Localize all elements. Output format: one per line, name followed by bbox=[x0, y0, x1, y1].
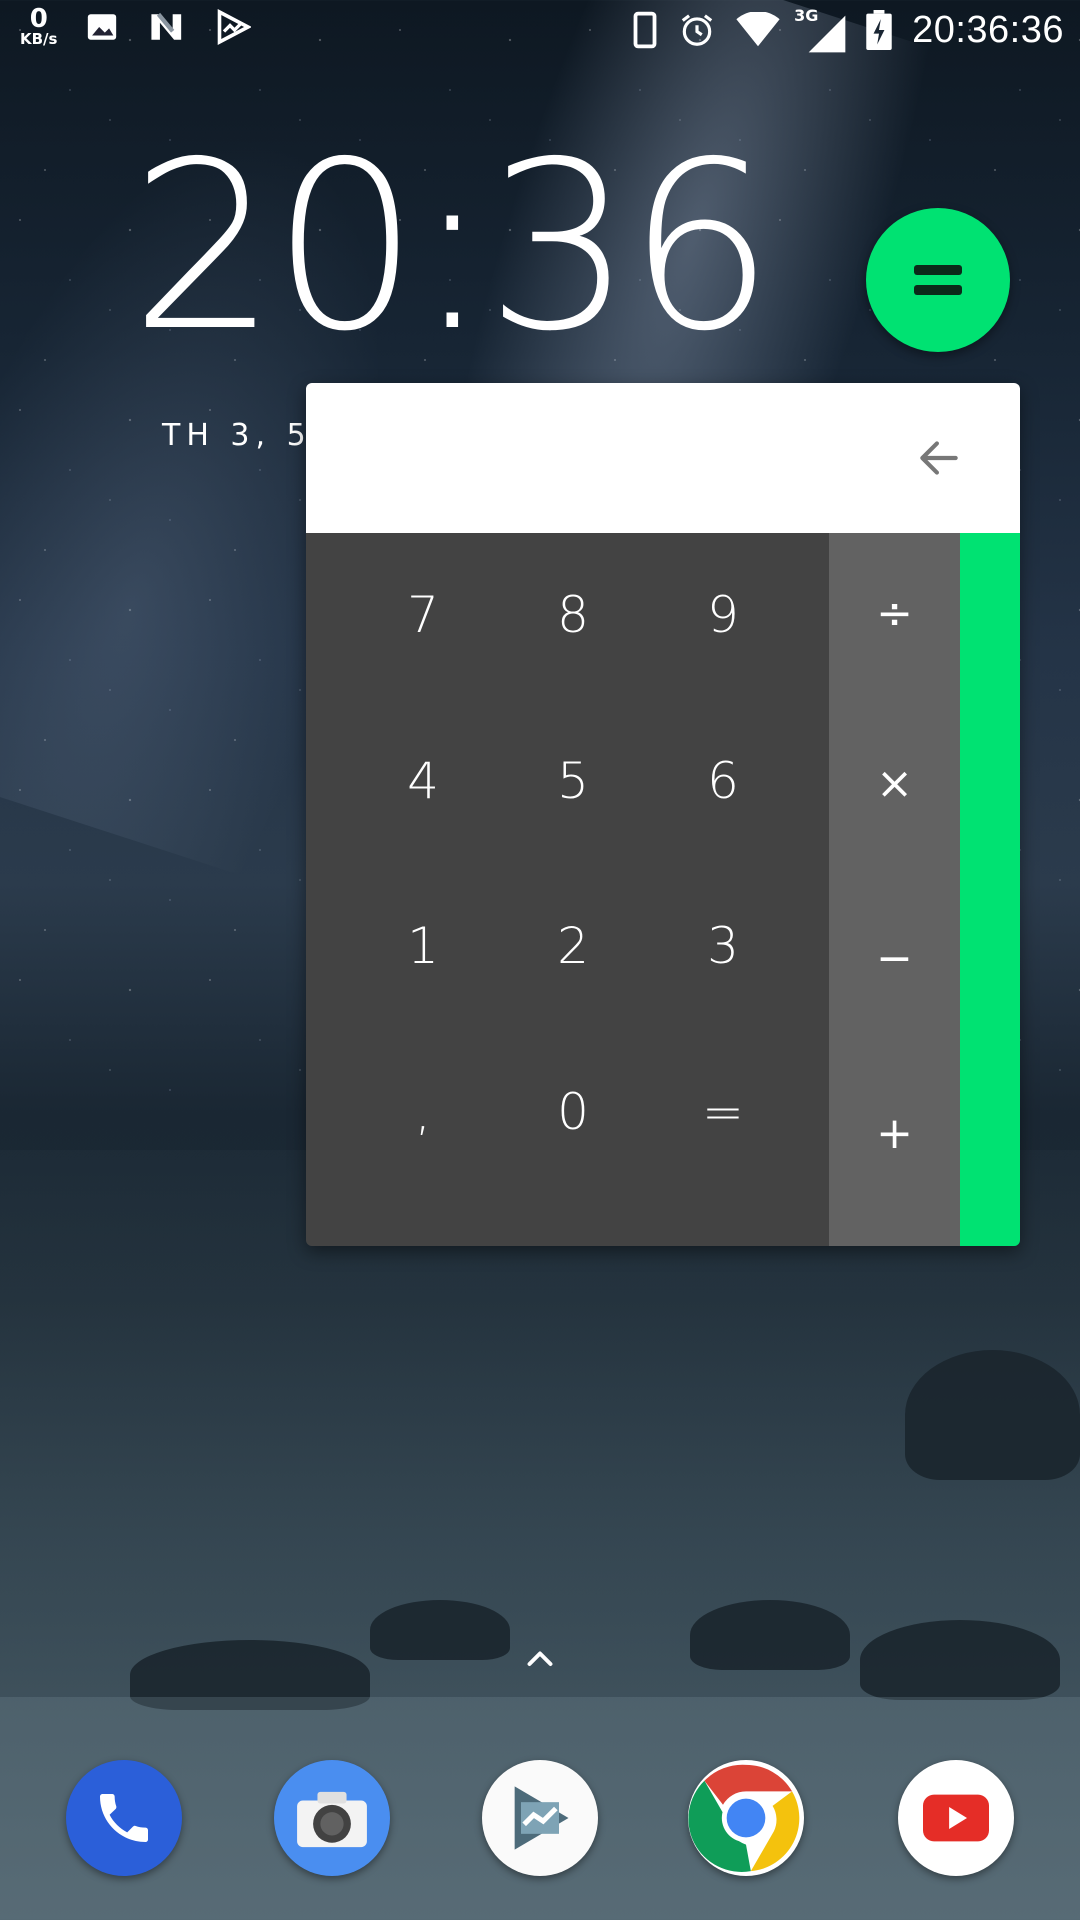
key-6[interactable]: 6 bbox=[653, 701, 793, 861]
vibrate-icon bbox=[633, 11, 657, 49]
wallpaper-rock bbox=[690, 1600, 850, 1670]
calculator-display[interactable] bbox=[306, 383, 1020, 533]
battery-charging-icon bbox=[866, 10, 892, 50]
n-notification-icon bbox=[151, 12, 182, 40]
calculator-bubble-button[interactable] bbox=[866, 208, 1010, 352]
key-5[interactable]: 5 bbox=[503, 701, 643, 861]
chevron-up-icon[interactable] bbox=[522, 1640, 558, 1676]
key-multiply[interactable]: × bbox=[829, 703, 960, 863]
chrome-app-icon[interactable] bbox=[688, 1760, 804, 1876]
key-add[interactable]: + bbox=[829, 1053, 960, 1213]
key-2[interactable]: 2 bbox=[503, 866, 643, 1026]
wallpaper-rock bbox=[370, 1600, 510, 1660]
key-0[interactable]: 0 bbox=[503, 1032, 643, 1192]
key-7[interactable]: 7 bbox=[353, 535, 493, 695]
wallpaper-rock bbox=[860, 1620, 1060, 1700]
status-bar-time: 20:36:36 bbox=[912, 8, 1064, 51]
key-decimal[interactable]: , bbox=[353, 1032, 493, 1192]
wallpaper-rock bbox=[905, 1350, 1080, 1480]
key-9[interactable]: 9 bbox=[653, 535, 793, 695]
advanced-panel-tab[interactable] bbox=[960, 533, 1020, 1246]
signal-icon bbox=[808, 15, 846, 53]
network-speed-value: 0 bbox=[29, 4, 48, 34]
key-8[interactable]: 8 bbox=[503, 535, 643, 695]
youtube-app-icon[interactable] bbox=[898, 1760, 1014, 1876]
clock-widget-time[interactable]: 20:36 bbox=[130, 131, 775, 363]
key-divide[interactable]: ÷ bbox=[829, 533, 960, 693]
network-speed-indicator: 0 KB/s bbox=[20, 6, 57, 47]
status-bar: 0 KB/s 3G 20:36:36 bbox=[0, 0, 1080, 64]
key-4[interactable]: 4 bbox=[353, 701, 493, 861]
key-equals[interactable]: = bbox=[653, 1032, 793, 1192]
key-subtract[interactable]: − bbox=[829, 878, 960, 1038]
calculator-operators: ÷ × − + bbox=[829, 533, 960, 1246]
wifi-icon bbox=[736, 12, 780, 47]
phone-app-icon[interactable] bbox=[66, 1760, 182, 1876]
clock-widget-date[interactable]: TH 3, 5 bbox=[162, 418, 312, 453]
image-icon bbox=[88, 13, 117, 40]
key-3[interactable]: 3 bbox=[653, 866, 793, 1026]
network-speed-unit: KB/s bbox=[20, 30, 58, 48]
play-analytics-icon bbox=[218, 8, 252, 45]
calculator-numpad: 7 8 9 4 5 6 1 2 3 , 0 = bbox=[306, 533, 829, 1246]
play-console-app-icon[interactable] bbox=[482, 1760, 598, 1876]
alarm-icon bbox=[681, 14, 713, 46]
camera-app-icon[interactable] bbox=[274, 1760, 390, 1876]
floating-calculator: 7 8 9 4 5 6 1 2 3 , 0 = ÷ × − + bbox=[306, 383, 1020, 1246]
cellular-indicator: 3G bbox=[794, 6, 846, 53]
backspace-arrow-icon[interactable] bbox=[914, 433, 964, 483]
key-1[interactable]: 1 bbox=[353, 866, 493, 1026]
